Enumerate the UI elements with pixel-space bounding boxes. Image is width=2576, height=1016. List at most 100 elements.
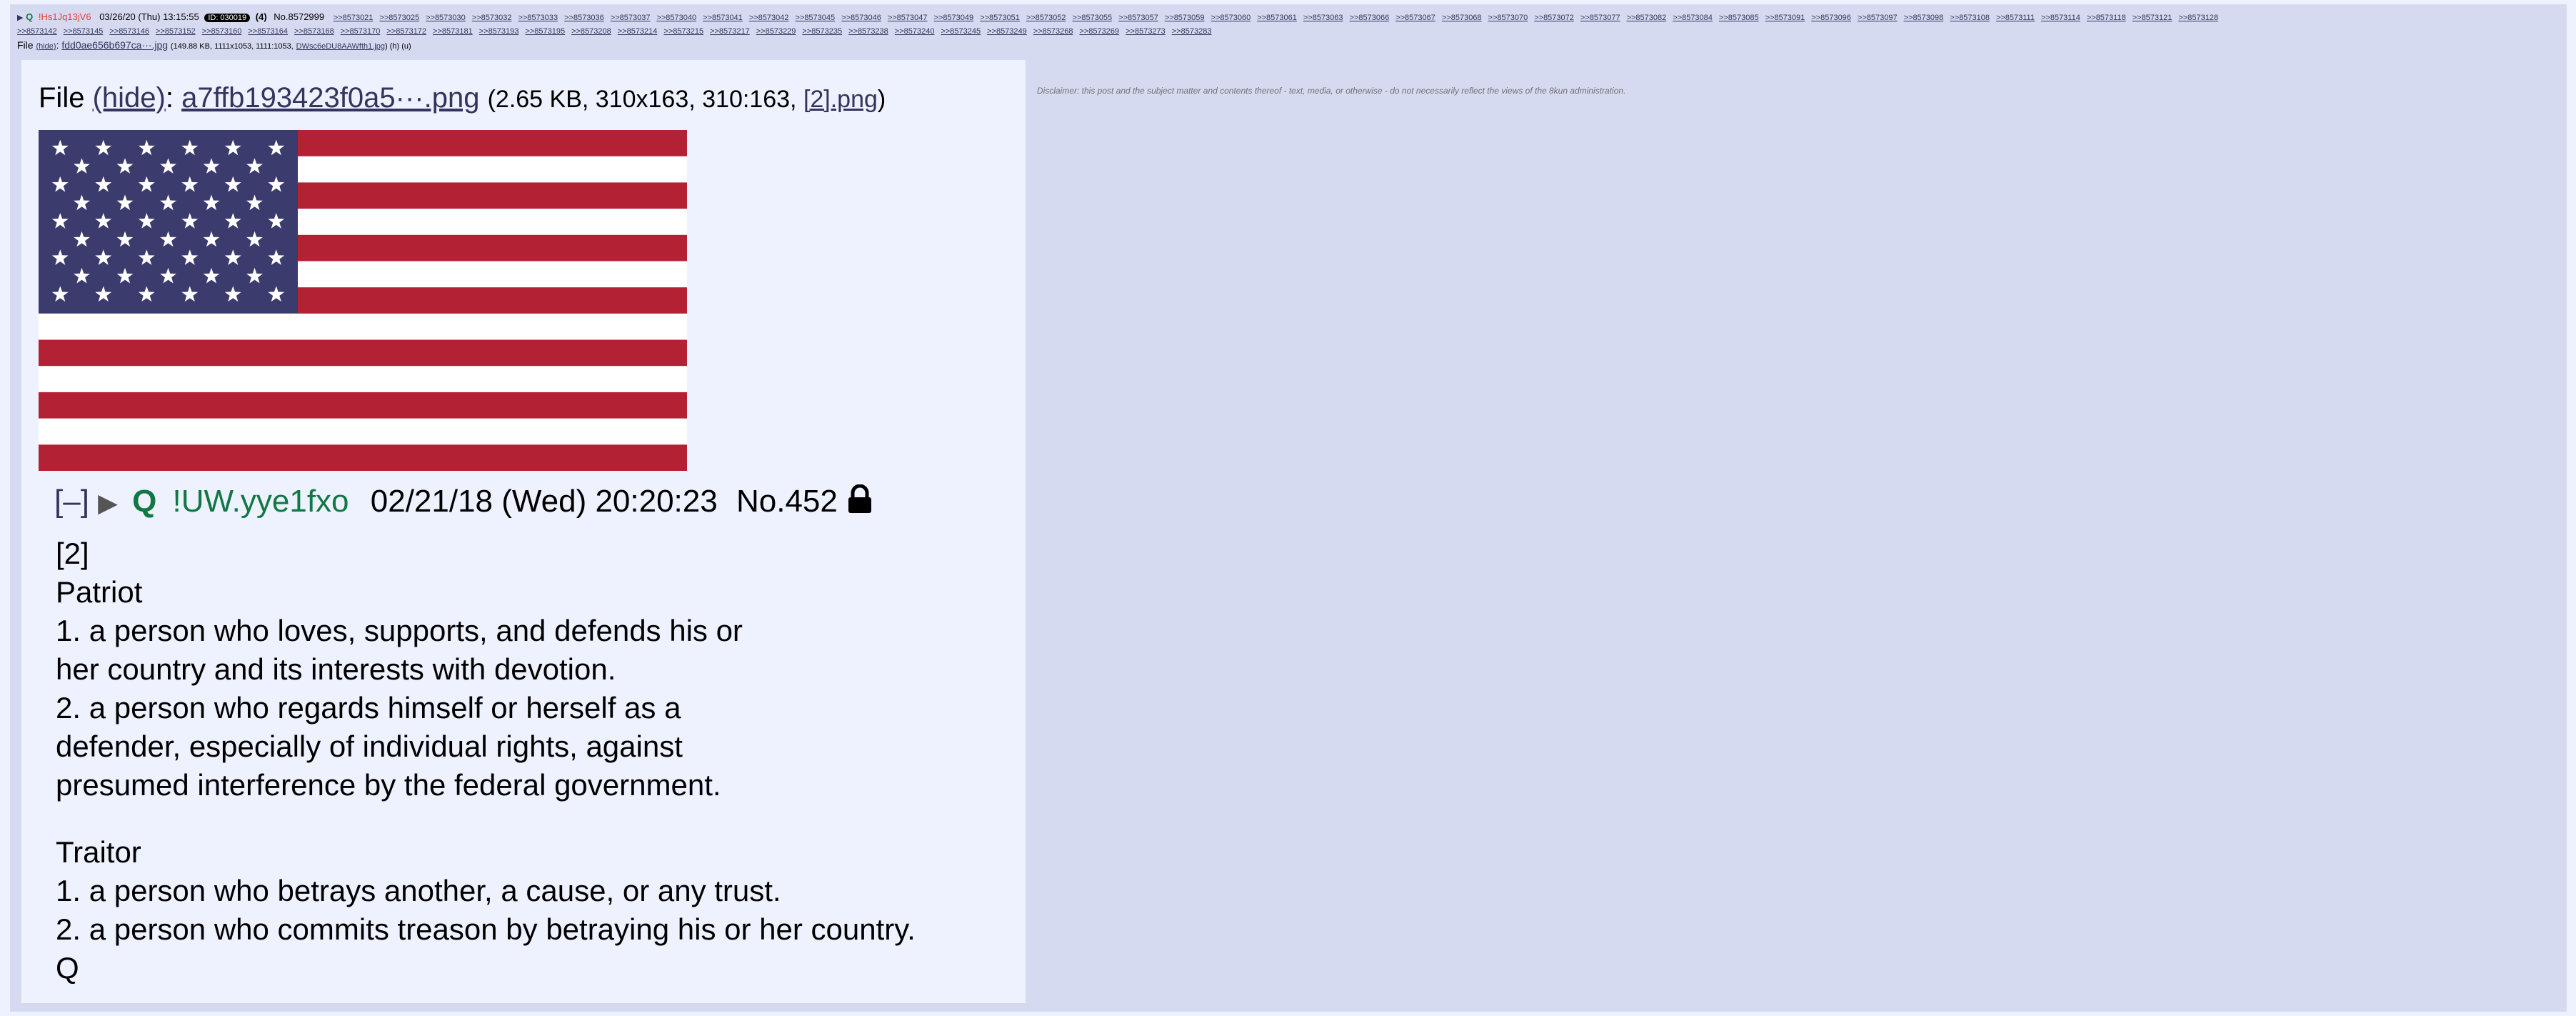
backlink[interactable]: >>8573160: [202, 27, 242, 36]
op-file-hide-link[interactable]: (hide): [36, 42, 56, 51]
backlink[interactable]: >>8573063: [1303, 14, 1343, 22]
backlink[interactable]: >>8573068: [1442, 14, 1482, 22]
backlink[interactable]: >>8573082: [1627, 14, 1667, 22]
backlink[interactable]: >>8573066: [1350, 14, 1390, 22]
flag-svg: [39, 130, 687, 471]
backlink[interactable]: >>8573208: [571, 27, 611, 36]
backlinks-row-1: >>8573021 >>8573025 >>8573030 >>8573032 >>85…: [327, 11, 2218, 22]
backlink[interactable]: >>8573030: [426, 14, 466, 22]
backlink[interactable]: >>8573045: [795, 14, 835, 22]
backlink[interactable]: >>8573098: [1904, 14, 1944, 22]
backlink[interactable]: >>8573240: [895, 27, 935, 36]
backlink[interactable]: >>8573070: [1488, 14, 1528, 22]
backlink[interactable]: >>8573249: [987, 27, 1027, 36]
backlink[interactable]: >>8573269: [1079, 27, 1119, 36]
backlink[interactable]: >>8573084: [1673, 14, 1713, 22]
backlink[interactable]: >>8573096: [1811, 14, 1851, 22]
backlink[interactable]: >>8573036: [564, 14, 604, 22]
backlink[interactable]: >>8573118: [2087, 14, 2126, 22]
backlink[interactable]: >>8573111: [1996, 14, 2035, 22]
backlink[interactable]: >>8573108: [1950, 14, 1990, 22]
backlink[interactable]: >>8573214: [618, 27, 658, 36]
backlink[interactable]: >>8573128: [2178, 14, 2218, 22]
backlink[interactable]: >>8573072: [1534, 14, 1574, 22]
backlink[interactable]: >>8573273: [1126, 27, 1166, 36]
body-line: Traitor: [56, 835, 141, 869]
body-line: 2. a person who regards himself or herse…: [56, 691, 681, 724]
id-badge[interactable]: ID: 030019: [204, 14, 251, 22]
thread-container: ▶ Q !Hs1Jq13jV6 03/26/20 (Thu) 13:15:55 …: [10, 4, 2567, 1012]
backlink[interactable]: >>8573097: [1858, 14, 1898, 22]
backlink[interactable]: >>8573051: [980, 14, 1020, 22]
backlink[interactable]: >>8573238: [848, 27, 888, 36]
reply-post-number[interactable]: No.452: [736, 484, 838, 519]
backlink[interactable]: >>8573195: [525, 27, 565, 36]
backlink[interactable]: >>8573146: [109, 27, 149, 36]
backlink[interactable]: >>8573091: [1765, 14, 1805, 22]
backlink[interactable]: >>8573046: [841, 14, 881, 22]
backlink[interactable]: >>8573032: [472, 14, 512, 22]
post-menu-triangle-icon[interactable]: ▶: [98, 488, 118, 517]
op-file-orig-name[interactable]: DWsc6eDU8AAWfth1.jpg: [296, 42, 385, 51]
backlink[interactable]: >>8573142: [17, 27, 57, 36]
reply-file-hide-link[interactable]: (hide): [93, 82, 166, 114]
backlink[interactable]: >>8573170: [341, 27, 381, 36]
backlink[interactable]: >>8573145: [64, 27, 104, 36]
backlink[interactable]: >>8573067: [1395, 14, 1435, 22]
backlink[interactable]: >>8573025: [379, 14, 419, 22]
reply-datetime: 02/21/18 (Wed) 20:20:23: [370, 484, 718, 519]
backlink[interactable]: >>8573268: [1033, 27, 1073, 36]
backlink[interactable]: >>8573021: [334, 14, 374, 22]
backlink[interactable]: >>8573047: [888, 14, 928, 22]
op-file-meta: (149.88 KB, 1111x1053, 1111:1053,: [170, 42, 294, 51]
backlink[interactable]: >>8573152: [156, 27, 196, 36]
backlink[interactable]: >>8573057: [1118, 14, 1158, 22]
op-file-name[interactable]: fdd0ae656b697ca···.jpg: [61, 39, 168, 51]
backlink[interactable]: >>8573052: [1026, 14, 1066, 22]
backlink[interactable]: >>8573229: [756, 27, 796, 36]
body-line: 2. a person who commits treason by betra…: [56, 912, 916, 946]
backlink[interactable]: >>8573077: [1580, 14, 1620, 22]
post-menu-triangle-icon[interactable]: ▶: [17, 14, 23, 22]
backlink[interactable]: >>8573059: [1165, 14, 1205, 22]
backlink[interactable]: >>8573235: [802, 27, 842, 36]
us-flag-image[interactable]: [39, 130, 687, 471]
backlink[interactable]: >>8573121: [2133, 14, 2172, 22]
backlink[interactable]: >>8573040: [656, 14, 696, 22]
backlink[interactable]: >>8573049: [933, 14, 973, 22]
backlink[interactable]: >>8573283: [1172, 27, 1212, 36]
backlink[interactable]: >>8573033: [518, 14, 558, 22]
reply-post-header: [–] ▶ Q !UW.yye1fxo 02/21/18 (Wed) 20:20…: [54, 480, 873, 524]
backlink[interactable]: >>8573193: [479, 27, 519, 36]
backlink[interactable]: >>8573245: [941, 27, 981, 36]
post-count: (4): [255, 11, 267, 22]
backlink[interactable]: >>8573164: [248, 27, 288, 36]
flag-stripe: [39, 444, 687, 471]
op-file-tail: ) (h) (u): [384, 42, 411, 51]
backlink[interactable]: >>8573217: [710, 27, 750, 36]
backlink[interactable]: >>8573181: [433, 27, 473, 36]
backlink[interactable]: >>8573172: [386, 27, 426, 36]
backlink[interactable]: >>8573060: [1211, 14, 1251, 22]
backlink[interactable]: >>8573061: [1257, 14, 1297, 22]
reply-file-name[interactable]: a7ffb193423f0a5···.png: [181, 82, 479, 114]
flag-stripe: [39, 392, 687, 419]
body-line: defender, especially of individual right…: [56, 729, 683, 763]
collapse-toggle[interactable]: [–]: [54, 484, 89, 519]
backlink[interactable]: >>8573085: [1719, 14, 1759, 22]
backlink[interactable]: >>8573168: [294, 27, 334, 36]
backlink[interactable]: >>8573037: [611, 14, 651, 22]
op-post-number[interactable]: No.8572999: [274, 11, 324, 22]
body-line: presumed interference by the federal gov…: [56, 768, 721, 802]
backlink[interactable]: >>8573041: [703, 14, 743, 22]
op-header: ▶ Q !Hs1Jq13jV6 03/26/20 (Thu) 13:15:55 …: [17, 10, 2560, 25]
reply-file-orig-link[interactable]: [2].png: [803, 86, 878, 113]
backlink[interactable]: >>8573042: [749, 14, 789, 22]
backlink[interactable]: >>8573114: [2041, 14, 2080, 22]
backlink[interactable]: >>8573055: [1073, 14, 1113, 22]
reply-file-meta-prefix: (2.65 KB, 310x163, 310:163,: [487, 86, 797, 113]
disclaimer: Disclaimer: this post and the subject ma…: [1037, 86, 1626, 96]
reply-file-label: File: [39, 82, 85, 114]
backlink[interactable]: >>8573215: [663, 27, 703, 36]
flag-stripe: [39, 339, 687, 367]
